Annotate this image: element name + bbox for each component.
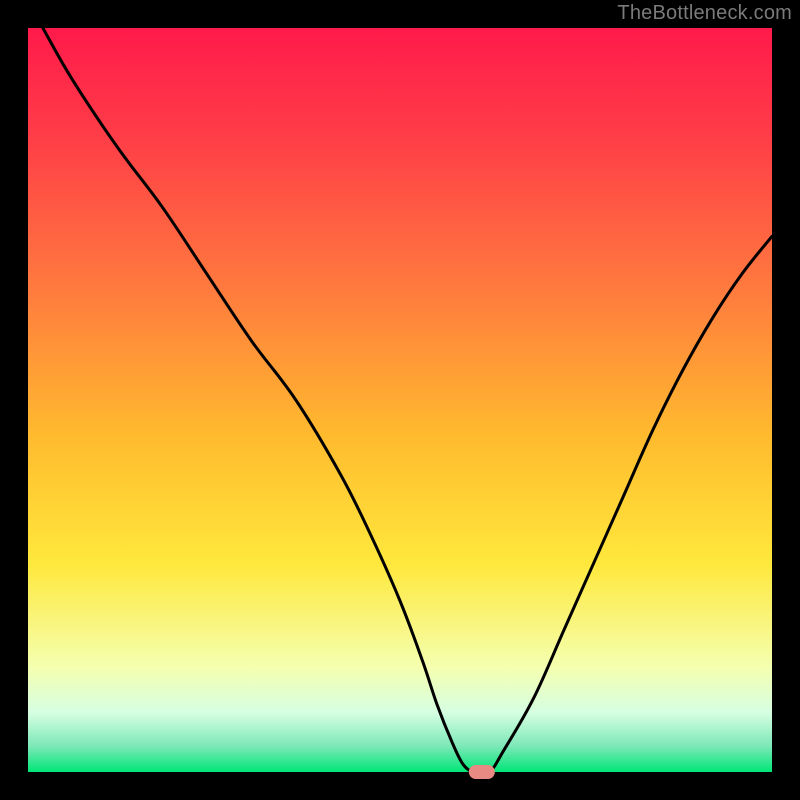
plot-area (28, 28, 772, 772)
optimal-marker (469, 765, 495, 779)
bottleneck-chart (0, 0, 800, 800)
chart-container: TheBottleneck.com (0, 0, 800, 800)
attribution-label: TheBottleneck.com (617, 2, 792, 25)
